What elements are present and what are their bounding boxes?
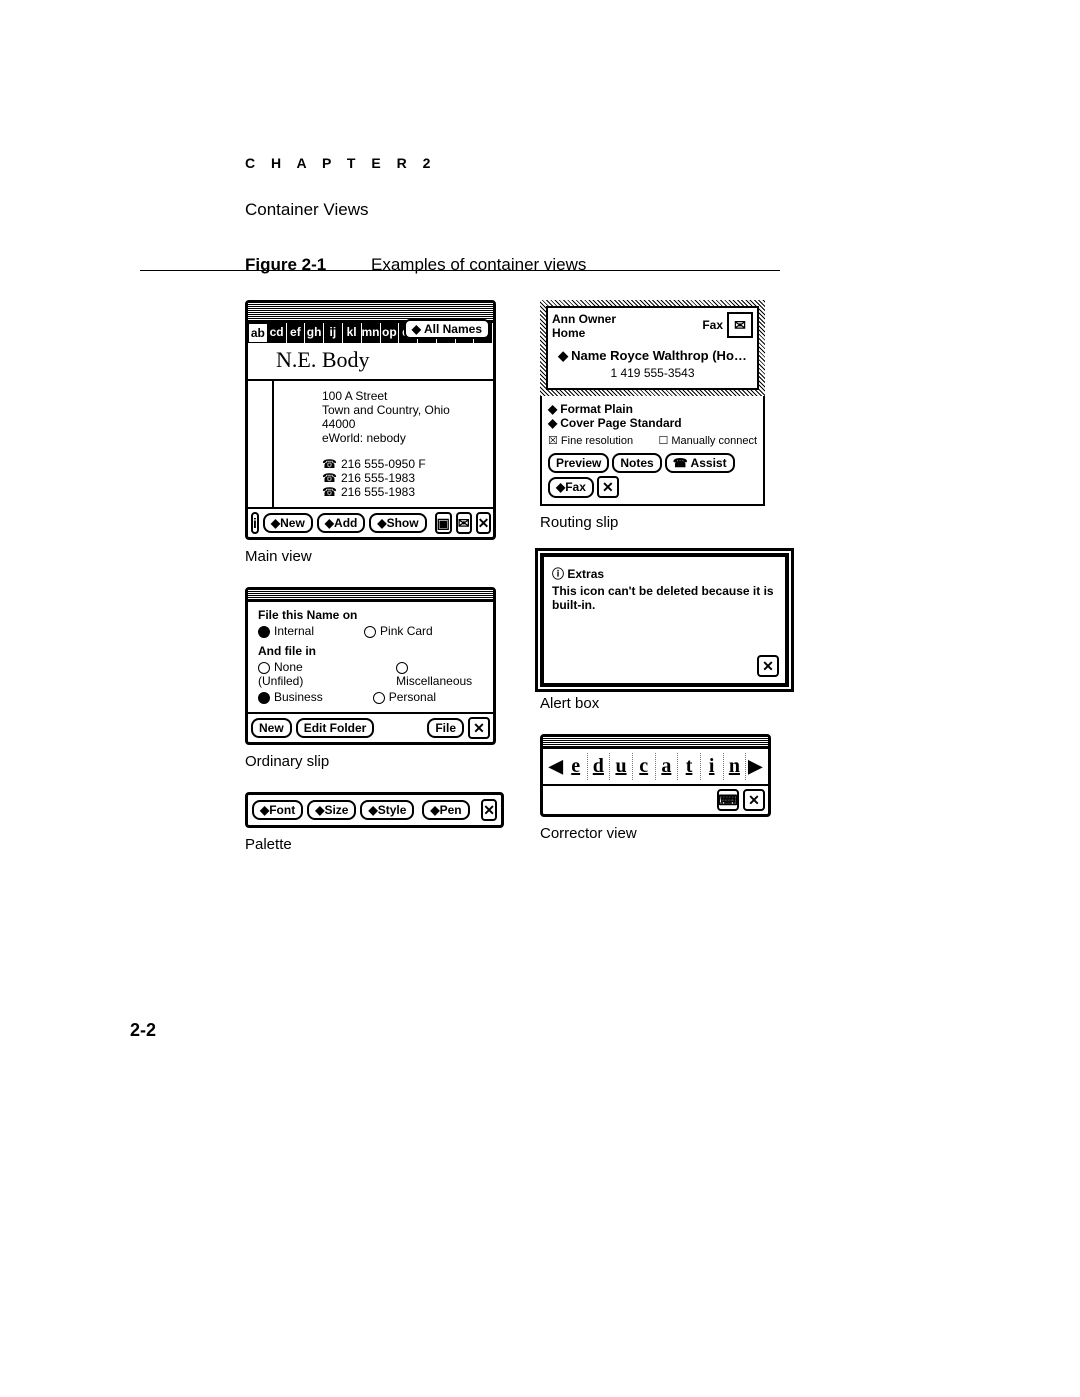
pen-button[interactable]: ◆Pen — [422, 800, 469, 820]
from-name: Ann Owner — [552, 312, 616, 326]
slip-titlebar[interactable] — [248, 590, 493, 602]
routing-type: Fax — [702, 318, 723, 332]
tab-ef[interactable]: ef — [287, 323, 306, 343]
slip-close-icon[interactable]: ✕ — [468, 717, 490, 739]
tab-cd[interactable]: cd — [268, 323, 287, 343]
slip-heading2: And file in — [258, 644, 483, 658]
size-button[interactable]: ◆Size — [307, 800, 356, 820]
slip-edit-button[interactable]: Edit Folder — [296, 718, 375, 738]
folder-icon[interactable]: ▣ — [435, 512, 452, 534]
phone-1: 216 555-0950 F — [322, 457, 485, 471]
palette-window: ◆Font ◆Size ◆Style ◆Pen ✕ — [245, 792, 504, 828]
tab-ab[interactable]: ab — [248, 323, 268, 343]
new-button[interactable]: ◆New — [263, 513, 313, 533]
corrector-close-icon[interactable]: ✕ — [743, 789, 765, 811]
cell-2[interactable]: u — [610, 753, 633, 780]
opt-pink[interactable]: Pink Card — [364, 624, 433, 638]
keyboard-icon[interactable]: ⌨ — [717, 789, 739, 811]
fine-resolution-checkbox[interactable]: ☒ Fine resolution — [548, 434, 633, 447]
figure-caption: Figure 2-1 Examples of container views — [245, 255, 586, 275]
tab-ij[interactable]: ij — [324, 323, 343, 343]
opt-personal[interactable]: Personal — [373, 690, 436, 704]
format-label[interactable]: Format — [548, 402, 601, 416]
stamp-icon[interactable]: ✉ — [727, 312, 753, 338]
figure-rule — [140, 270, 780, 271]
slip-new-button[interactable]: New — [251, 718, 292, 738]
alert-window: ⓘ Extras This icon can't be deleted beca… — [540, 553, 789, 687]
figure-text: Examples of container views — [371, 255, 586, 274]
preview-button[interactable]: Preview — [548, 453, 609, 473]
cell-6[interactable]: i — [701, 753, 724, 780]
slip-file-button[interactable]: File — [427, 718, 464, 738]
page-number: 2-2 — [130, 1020, 156, 1041]
tab-kl[interactable]: kl — [343, 323, 362, 343]
cell-7[interactable]: n — [724, 753, 747, 780]
corrector-caption: Corrector view — [540, 825, 780, 842]
tab-op[interactable]: op — [381, 323, 400, 343]
page: C H A P T E R 2 Container Views Figure 2… — [0, 0, 1080, 1397]
opt-misc[interactable]: Miscellaneous — [396, 660, 483, 688]
close-icon[interactable]: ✕ — [476, 512, 492, 534]
opt-none[interactable]: None (Unfiled) — [258, 660, 346, 688]
add-button[interactable]: ◆Add — [317, 513, 366, 533]
routing-close-icon[interactable]: ✕ — [597, 476, 619, 498]
palette-caption: Palette — [245, 836, 505, 853]
info-button[interactable]: i — [251, 512, 259, 534]
slip-heading1: File this Name on — [258, 608, 483, 622]
cover-value: Standard — [630, 416, 682, 430]
opt-internal[interactable]: Internal — [258, 624, 314, 638]
opt-business[interactable]: Business — [258, 690, 323, 704]
routing-slip-caption: Routing slip — [540, 514, 780, 531]
address-line2: Town and Country, Ohio 44000 — [322, 403, 485, 431]
cell-0[interactable]: e — [565, 753, 588, 780]
tab-mn[interactable]: mn — [362, 323, 381, 343]
main-view-caption: Main view — [245, 548, 505, 565]
main-view-window: All Names ab cd ef gh ij kl mn op qr st … — [245, 300, 496, 540]
main-view-footer: i ◆New ◆Add ◆Show ▣ ✉ ✕ — [248, 507, 493, 537]
figure-label: Figure 2-1 — [245, 255, 326, 274]
show-button[interactable]: ◆Show — [369, 513, 426, 533]
alert-caption: Alert box — [540, 695, 780, 712]
format-value: Plain — [604, 402, 633, 416]
address-line1: 100 A Street — [322, 389, 485, 403]
right-column: Ann Owner Home Fax ✉ Name Royce Walthrop… — [540, 300, 780, 842]
corrector-titlebar[interactable] — [543, 737, 768, 749]
routing-name-label[interactable]: Name — [558, 348, 606, 363]
right-arrow-icon[interactable]: ▶ — [746, 756, 764, 777]
manual-connect-checkbox[interactable]: ☐ Manually connect — [658, 434, 757, 447]
from-loc: Home — [552, 326, 616, 340]
envelope-icon[interactable]: ✉ — [456, 512, 472, 534]
cell-4[interactable]: a — [656, 753, 679, 780]
contact-body: 100 A Street Town and Country, Ohio 4400… — [272, 381, 493, 507]
routing-number: 1 419 555-3543 — [552, 366, 753, 380]
cell-3[interactable]: c — [633, 753, 656, 780]
cell-1[interactable]: d — [588, 753, 611, 780]
all-names-popup[interactable]: All Names — [404, 319, 490, 339]
fax-button[interactable]: ◆Fax — [548, 477, 594, 497]
phone-3: 216 555-1983 — [322, 485, 485, 499]
style-button[interactable]: ◆Style — [360, 800, 414, 820]
ordinary-slip-window: File this Name on Internal Pink Card And… — [245, 587, 496, 745]
ordinary-slip-caption: Ordinary slip — [245, 753, 505, 770]
notes-button[interactable]: Notes — [612, 453, 661, 473]
cell-5[interactable]: t — [678, 753, 701, 780]
assist-button[interactable]: ☎ Assist — [665, 453, 735, 473]
palette-close-icon[interactable]: ✕ — [481, 799, 497, 821]
tab-gh[interactable]: gh — [305, 323, 324, 343]
contact-name: N.E. Body — [248, 343, 493, 381]
address-line3: eWorld: nebody — [322, 431, 485, 445]
chapter-header: C H A P T E R 2 — [245, 155, 436, 171]
routing-name-value: Royce Walthrop (Ho… — [610, 348, 747, 363]
section-title: Container Views — [245, 200, 368, 220]
alert-title: ⓘ Extras — [552, 565, 777, 582]
routing-slip-window: Ann Owner Home Fax ✉ Name Royce Walthrop… — [540, 300, 765, 506]
left-column: All Names ab cd ef gh ij kl mn op qr st … — [245, 300, 505, 853]
font-button[interactable]: ◆Font — [252, 800, 303, 820]
corrector-window: ◀ e d u c a t i n ▶ ⌨ ✕ — [540, 734, 771, 817]
phone-2: 216 555-1983 — [322, 471, 485, 485]
cover-label[interactable]: Cover Page — [548, 416, 626, 430]
left-arrow-icon[interactable]: ◀ — [547, 756, 565, 777]
alert-close-icon[interactable]: ✕ — [757, 655, 779, 677]
alert-body: This icon can't be deleted because it is… — [552, 584, 777, 612]
